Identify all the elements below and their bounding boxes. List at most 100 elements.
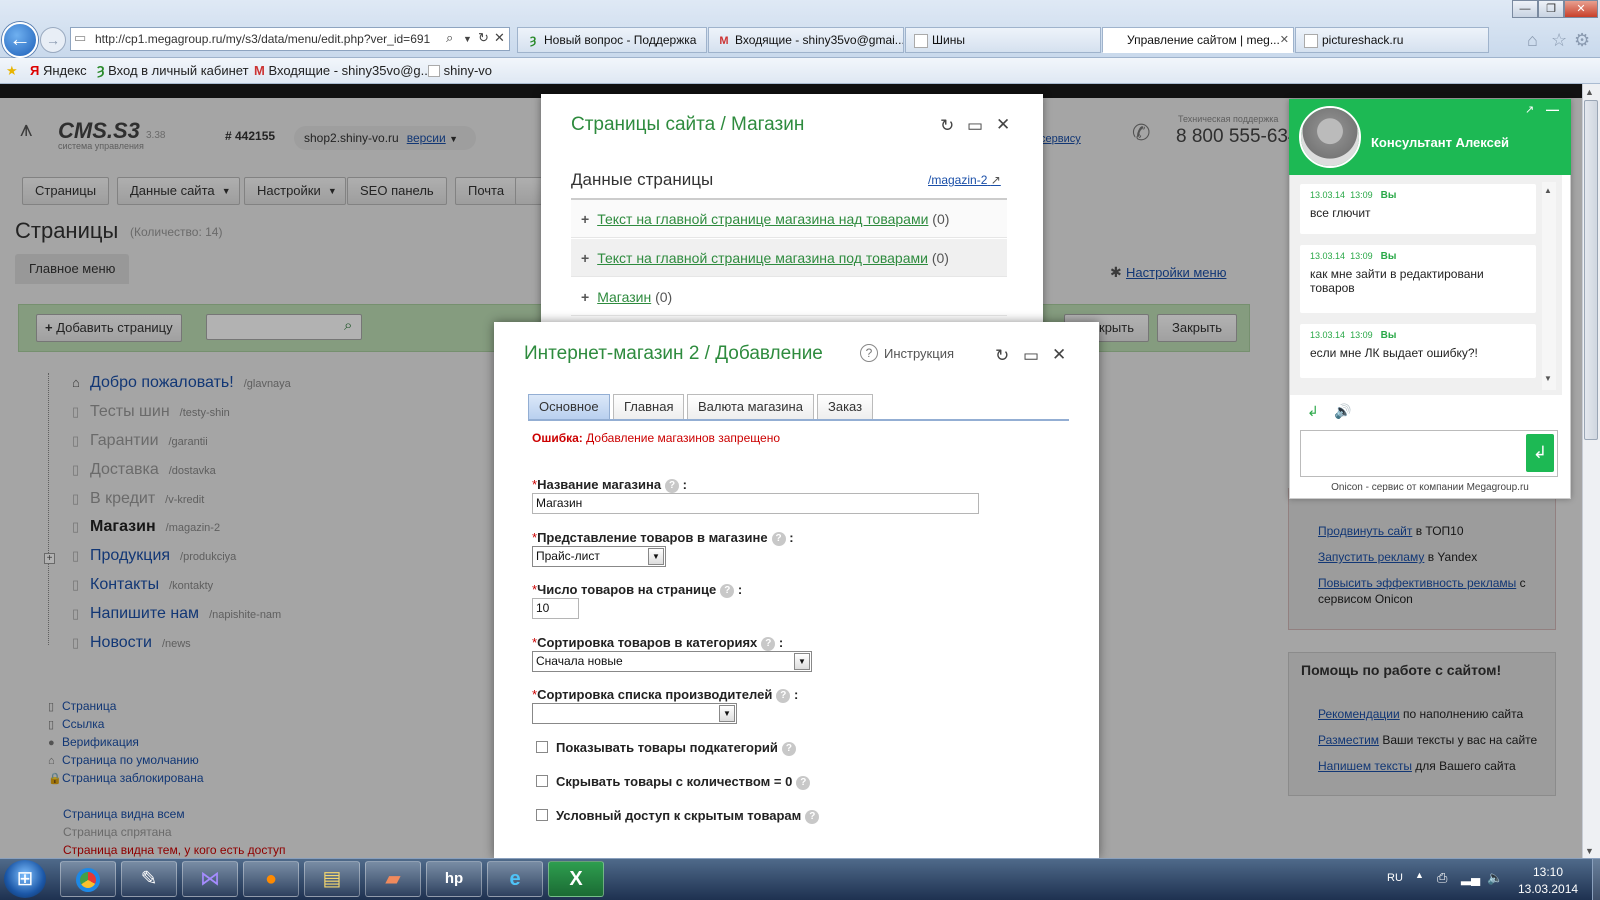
address-bar[interactable]: http://cp1.megagroup.ru/my/s3/data/menu/… [70, 27, 510, 51]
tab-gmail[interactable]: M Входящие - shiny35vo@gmai... [708, 27, 904, 53]
tab-home[interactable]: Главная [613, 394, 685, 420]
scroll-thumb[interactable] [1584, 100, 1598, 440]
data-row-link[interactable]: Текст на главной странице магазина над т… [597, 211, 928, 227]
scroll-down-icon[interactable]: ▼ [1585, 846, 1594, 856]
vendor-sort-select[interactable]: ▼ [532, 703, 737, 724]
device-icon[interactable]: ⎙ [1437, 870, 1447, 886]
page-slug-link[interactable]: /magazin-2 ↗ [928, 173, 1001, 187]
show-subcategory-products[interactable]: Показывать товары подкатегорий? [536, 740, 796, 756]
expand-icon[interactable]: ↗ [1525, 103, 1534, 116]
presentation-icon[interactable]: ▰ [365, 861, 421, 897]
help-icon[interactable]: ? [665, 479, 680, 493]
data-row[interactable]: + Магазин (0) [571, 278, 1007, 316]
favorites-star-icon[interactable]: ☆ [1551, 30, 1567, 51]
clock-time[interactable]: 13:10 [1533, 865, 1563, 879]
dropdown-arrow-icon[interactable]: ▼ [463, 34, 472, 44]
gear-icon[interactable]: ⚙ [1574, 30, 1590, 51]
forward-arrow-icon[interactable]: → [40, 27, 66, 53]
close-icon[interactable]: ✕ [1052, 345, 1066, 365]
favorites-star-icon[interactable]: ★ [6, 62, 18, 80]
tab-main[interactable]: Основное [528, 394, 610, 420]
close-window-button[interactable]: ✕ [1564, 0, 1598, 18]
volume-icon[interactable]: 🔈 [1487, 870, 1503, 886]
minimize-window-button[interactable]: — [1512, 0, 1538, 18]
fav-gmail[interactable]: M Входящие - shiny35vo@g... [254, 62, 431, 80]
message-text: как мне зайти в редактировани товаров [1310, 267, 1484, 295]
help-icon[interactable]: ? [761, 637, 776, 651]
help-icon[interactable]: ? [796, 776, 811, 790]
conditional-access[interactable]: Условный доступ к скрытым товарам? [536, 808, 820, 824]
tab-order[interactable]: Заказ [817, 394, 874, 420]
scroll-down-icon[interactable]: ▼ [1544, 374, 1552, 383]
fav-yandex[interactable]: Я Яндекс [30, 62, 87, 80]
shop-name-input[interactable]: Магазин [532, 493, 979, 514]
sort-select[interactable]: Сначала новые ▼ [532, 651, 812, 672]
close-tab-icon[interactable]: ✕ [1280, 28, 1289, 52]
chat-scrollbar[interactable] [1542, 182, 1556, 390]
chat-footer: Onicon - сервис от компании Megagroup.ru [1331, 482, 1529, 493]
visual-studio-icon[interactable]: ⋈ [182, 861, 238, 897]
help-icon[interactable]: ? [771, 532, 786, 546]
send-button[interactable]: ↲ [1526, 434, 1554, 472]
scroll-up-icon[interactable]: ▲ [1585, 87, 1594, 97]
tab-tires[interactable]: Шины [905, 27, 1101, 53]
checkbox[interactable] [536, 809, 548, 821]
stop-icon[interactable]: ✕ [494, 30, 505, 46]
checkbox[interactable] [536, 775, 548, 787]
tab-pictureshack[interactable]: pictureshack.ru [1295, 27, 1489, 53]
instructions-link[interactable]: Инструкция [884, 346, 954, 361]
sound-icon[interactable]: 🔊 [1334, 403, 1351, 420]
data-row-link[interactable]: Текст на главной странице магазина под т… [597, 250, 928, 266]
checkbox[interactable] [536, 741, 548, 753]
fav-shiny[interactable]: shiny-vo [428, 62, 492, 80]
maximize-icon[interactable]: ▭ [967, 116, 983, 136]
internet-explorer-icon[interactable]: e [487, 861, 543, 897]
help-icon[interactable]: ? [776, 689, 791, 703]
chat-input[interactable] [1300, 430, 1558, 477]
message-time: 13:09 [1350, 251, 1373, 261]
minimize-icon[interactable]: — [1546, 102, 1559, 117]
network-icon[interactable]: ▂▄ [1461, 870, 1480, 886]
help-icon[interactable]: ? [720, 584, 735, 598]
fav-login[interactable]: Ȝ Вход в личный кабинет [97, 62, 249, 80]
input-language[interactable]: RU [1387, 872, 1403, 884]
help-icon[interactable]: ? [805, 810, 820, 824]
start-button[interactable]: ⊞ [4, 860, 46, 898]
hide-zero-quantity[interactable]: Скрывать товары с количеством = 0? [536, 774, 811, 790]
home-icon[interactable]: ⌂ [1527, 30, 1538, 51]
explorer-folder-icon[interactable]: ▤ [304, 861, 360, 897]
data-row[interactable]: + Текст на главной странице магазина под … [571, 239, 1007, 277]
help-icon[interactable]: ? [860, 344, 878, 362]
excel-icon[interactable]: X [548, 861, 604, 897]
data-row[interactable]: + Текст на главной странице магазина над … [571, 200, 1007, 238]
search-icon[interactable]: ⌕ [446, 30, 453, 46]
maximize-icon[interactable]: ▭ [1023, 346, 1039, 366]
tab-site-management[interactable]: Управление сайтом | meg... ✕ [1102, 27, 1294, 53]
help-icon[interactable]: ? [781, 742, 796, 756]
plus-icon: + [581, 250, 590, 266]
per-page-input[interactable]: 10 [532, 598, 579, 619]
tab-label: Шины [932, 33, 965, 47]
maximize-window-button[interactable]: ❐ [1538, 0, 1564, 18]
clock-date[interactable]: 13.03.2014 [1518, 882, 1578, 896]
scroll-up-icon[interactable]: ▲ [1544, 186, 1552, 195]
send-mode-icon[interactable]: ↲ [1307, 403, 1319, 420]
back-arrow-icon[interactable]: ← [2, 22, 38, 58]
close-icon[interactable]: ✕ [996, 115, 1010, 135]
chevron-down-icon: ▼ [794, 653, 810, 670]
show-desktop-button[interactable] [1592, 859, 1600, 900]
firefox-icon[interactable]: ● [243, 861, 299, 897]
data-row-link[interactable]: Магазин [597, 289, 651, 305]
tab-support[interactable]: Ȝ Новый вопрос - Поддержка [517, 27, 707, 53]
refresh-icon[interactable]: ↻ [940, 116, 954, 136]
hp-icon[interactable]: hp [426, 861, 482, 897]
chat-message: 13.03.14 13:09 Вы все глючит [1300, 184, 1536, 234]
view-select[interactable]: Прайс-лист ▼ [532, 546, 666, 567]
tray-expand-icon[interactable]: ▲ [1415, 870, 1424, 880]
notepad-icon[interactable]: ✎ [121, 861, 177, 897]
refresh-icon[interactable]: ↻ [995, 346, 1009, 366]
chevron-down-icon: ▼ [719, 705, 735, 722]
chrome-icon[interactable] [60, 861, 116, 897]
tab-currency[interactable]: Валюта магазина [687, 394, 814, 420]
refresh-icon[interactable]: ↻ [478, 30, 489, 46]
